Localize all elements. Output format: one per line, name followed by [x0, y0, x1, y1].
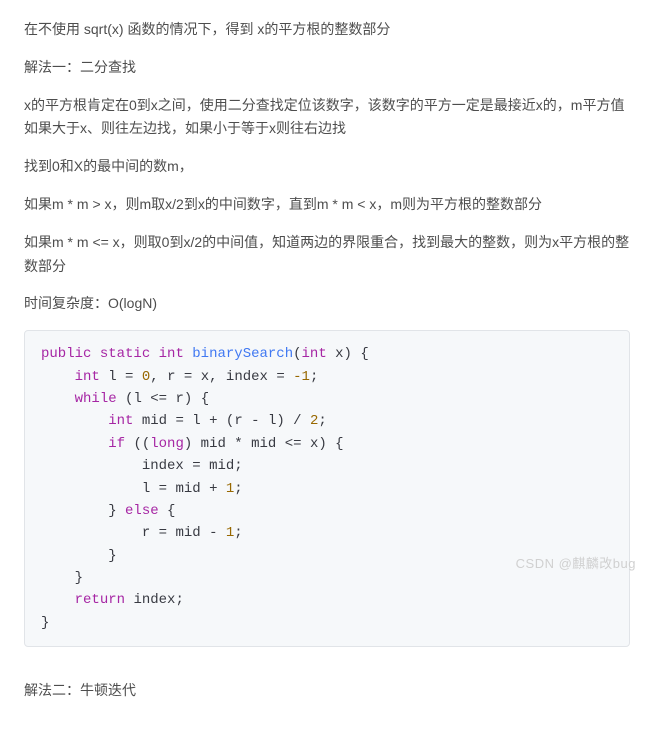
intro-paragraph: 在不使用 sqrt(x) 函数的情况下，得到 x的平方根的整数部分 — [24, 18, 630, 42]
explanation-paragraph-1: x的平方根肯定在0到x之间，使用二分查找定位该数字，该数字的平方一定是最接近x的… — [24, 94, 630, 142]
solution1-heading: 解法一：二分查找 — [24, 56, 630, 80]
explanation-paragraph-2: 找到0和X的最中间的数m， — [24, 155, 630, 179]
explanation-paragraph-3: 如果m * m > x，则m取x/2到x的中间数字，直到m * m < x，m则… — [24, 193, 630, 217]
explanation-paragraph-4: 如果m * m <= x，则取0到x/2的中间值，知道两边的界限重合，找到最大的… — [24, 231, 630, 279]
solution2-heading: 解法二：牛顿迭代 — [24, 679, 630, 703]
code-block: public static int binarySearch(int x) { … — [24, 330, 630, 647]
complexity-paragraph: 时间复杂度：O(logN) — [24, 292, 630, 316]
watermark: CSDN @麒麟改bug — [516, 553, 636, 575]
